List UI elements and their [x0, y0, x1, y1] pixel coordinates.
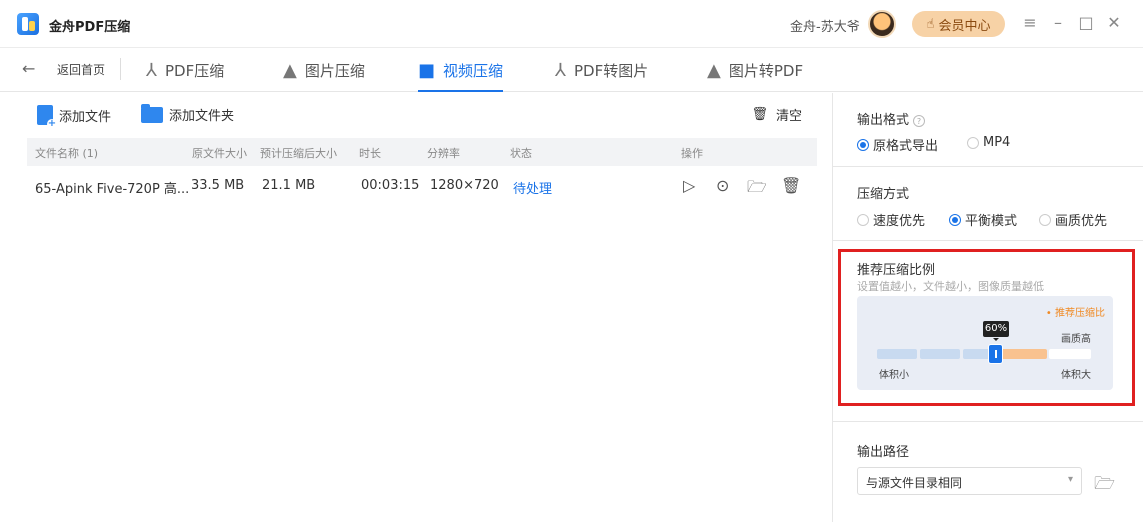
add-folder-label: 添加文件夹 — [169, 109, 235, 124]
back-arrow-icon[interactable]: ← — [22, 59, 35, 78]
nav-bar: ← 返回首页 ⅄ PDF压缩 ▲ 图片压缩 ■ 视频压缩 ⅄ PDF转图片 ▲ … — [0, 48, 1143, 92]
header-duration: 时长 — [359, 147, 381, 160]
radio-original-format[interactable]: 原格式导出 — [857, 135, 938, 154]
tab-image-to-pdf[interactable]: ▲ 图片转PDF — [707, 48, 803, 92]
thumbs-up-icon: ☝ — [926, 16, 935, 32]
radio-balanced[interactable]: 平衡模式 — [949, 210, 1017, 229]
close-icon[interactable]: ✕ — [1104, 13, 1124, 32]
app-logo-icon — [17, 13, 39, 35]
tab-video-compress[interactable]: ■ 视频压缩 — [418, 48, 504, 92]
radio-unchecked-icon — [967, 136, 979, 149]
chevron-down-icon: ▾ — [1067, 474, 1073, 485]
pdf-icon: ⅄ — [555, 59, 566, 81]
add-folder-icon — [141, 103, 163, 123]
menu-icon[interactable]: ≡ — [1020, 13, 1040, 32]
cell-duration: 00:03:15 — [361, 178, 420, 193]
radio-label: 画质优先 — [1055, 214, 1108, 229]
output-format-label: 输出格式 — [857, 113, 910, 128]
tab-label: 图片压缩 — [304, 61, 365, 80]
radio-unchecked-icon — [857, 213, 869, 226]
cell-resolution: 1280×720 — [430, 178, 499, 193]
user-name[interactable]: 金舟-苏大爷 — [790, 16, 860, 35]
tab-label: 图片转PDF — [728, 61, 804, 80]
trash-icon: 🗑 — [751, 107, 768, 122]
settings-icon[interactable]: ⊙ — [716, 176, 729, 195]
cell-filename: 65-Apink Five-720P 高... — [35, 182, 190, 197]
tab-pdf-compress[interactable]: ⅄ PDF压缩 — [146, 48, 224, 92]
header-status: 状态 — [510, 147, 532, 160]
play-icon[interactable]: ▷ — [683, 176, 695, 195]
vip-center-button[interactable]: ☝ 会员中心 — [912, 11, 1005, 37]
table-row[interactable]: 65-Apink Five-720P 高... 33.5 MB 21.1 MB … — [27, 173, 817, 201]
add-file-label: 添加文件 — [59, 109, 112, 125]
image-icon: ▲ — [707, 59, 721, 81]
radio-unchecked-icon — [1039, 213, 1051, 226]
folder-icon[interactable]: 🗁 — [747, 176, 767, 203]
add-file-icon — [37, 105, 57, 129]
add-folder-button[interactable]: 添加文件夹 — [141, 103, 235, 124]
radio-label: 平衡模式 — [965, 214, 1018, 229]
radio-speed-first[interactable]: 速度优先 — [857, 210, 925, 229]
header-ops: 操作 — [681, 147, 703, 160]
radio-checked-icon — [857, 138, 869, 151]
pdf-icon: ⅄ — [146, 59, 157, 81]
tab-label: PDF转图片 — [574, 61, 649, 80]
delete-icon[interactable]: 🗑 — [781, 176, 801, 195]
table-header: 文件名称 (1) 原文件大小 预计压缩后大小 时长 分辨率 状态 操作 — [27, 138, 817, 166]
radio-mp4[interactable]: MP4 — [967, 135, 1010, 150]
header-est-size: 预计压缩后大小 — [260, 147, 337, 160]
compress-mode-section: 压缩方式 速度优先 平衡模式 画质优先 — [833, 167, 1143, 241]
clear-button[interactable]: 🗑 清空 — [751, 105, 802, 124]
highlight-box — [838, 249, 1135, 406]
maximize-icon[interactable]: □ — [1076, 13, 1096, 32]
cell-est-size: 21.1 MB — [262, 178, 316, 193]
tab-label: 视频压缩 — [443, 61, 504, 80]
home-link[interactable]: 返回首页 — [57, 61, 105, 78]
minimize-icon[interactable]: – — [1048, 13, 1068, 32]
output-path-select[interactable]: 与源文件目录相同 ▾ — [857, 467, 1082, 495]
tab-pdf-to-image[interactable]: ⅄ PDF转图片 — [555, 48, 648, 92]
radio-checked-icon — [949, 213, 961, 226]
divider — [120, 58, 121, 80]
radio-label: MP4 — [983, 135, 1011, 150]
tab-image-compress[interactable]: ▲ 图片压缩 — [283, 48, 365, 92]
radio-label: 原格式导出 — [873, 139, 939, 154]
help-icon[interactable]: ? — [913, 114, 926, 127]
status-badge: 待处理 — [513, 182, 553, 197]
header-orig-size: 原文件大小 — [192, 147, 247, 160]
vip-center-label: 会员中心 — [938, 18, 991, 34]
header-filename: 文件名称 (1) — [35, 147, 99, 160]
compress-mode-title: 压缩方式 — [857, 187, 910, 202]
file-list-area: 添加文件 添加文件夹 🗑 清空 文件名称 (1) 原文件大小 预计压缩后大小 时… — [19, 93, 818, 522]
tab-label: PDF压缩 — [165, 61, 225, 80]
output-format-title: 输出格式? — [857, 109, 926, 128]
radio-quality-first[interactable]: 画质优先 — [1039, 210, 1107, 229]
image-icon: ▲ — [283, 59, 297, 81]
cell-orig-size: 33.5 MB — [191, 178, 245, 193]
add-file-button[interactable]: 添加文件 — [37, 105, 112, 129]
clear-label: 清空 — [775, 109, 802, 124]
output-path-value: 与源文件目录相同 — [866, 476, 963, 490]
header-resolution: 分辨率 — [427, 147, 460, 160]
video-icon: ■ — [418, 59, 436, 81]
app-title: 金舟PDF压缩 — [49, 20, 131, 35]
title-bar: 金舟PDF压缩 金舟-苏大爷 ☝ 会员中心 ≡ – □ ✕ — [0, 0, 1143, 48]
output-format-section: 输出格式? 原格式导出 MP4 — [833, 93, 1143, 167]
open-folder-icon[interactable]: 🗁 — [1094, 471, 1115, 500]
avatar[interactable] — [868, 10, 896, 38]
output-path-title: 输出路径 — [857, 445, 910, 460]
radio-label: 速度优先 — [873, 214, 926, 229]
